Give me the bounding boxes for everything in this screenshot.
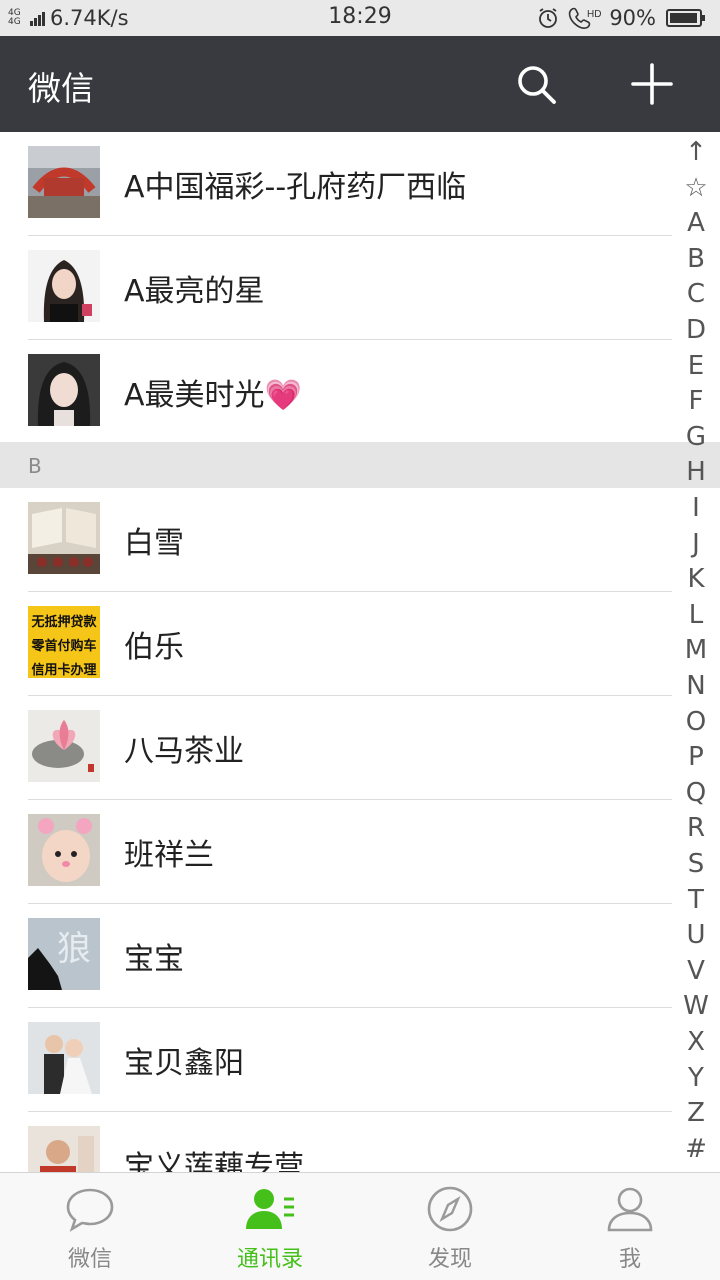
contact-row[interactable]: 白雪 xyxy=(0,488,672,592)
page-title: 微信 xyxy=(28,69,94,108)
index-letter[interactable]: I xyxy=(672,490,720,526)
status-bar: 4G 4G 6.74K/s 18:29 HD 90% xyxy=(0,0,720,36)
tab-label: 微信 xyxy=(67,1247,112,1272)
tab-me[interactable]: 我 xyxy=(540,1173,720,1280)
index-letter[interactable]: L xyxy=(672,597,720,633)
contact-row[interactable]: 班祥兰 xyxy=(0,800,672,904)
contact-name: 宝义莲藕专营 xyxy=(124,1150,304,1172)
index-letter[interactable]: N xyxy=(672,668,720,704)
index-letter[interactable]: W xyxy=(672,988,720,1024)
avatar xyxy=(28,354,100,426)
index-letter[interactable]: F xyxy=(672,383,720,419)
contact-name: A中国福彩--孔府药厂西临 xyxy=(124,170,467,205)
index-letter[interactable]: S xyxy=(672,846,720,882)
index-letter[interactable]: K xyxy=(672,561,720,597)
battery-percent: 90% xyxy=(609,6,656,30)
index-letter[interactable]: J xyxy=(672,526,720,562)
avatar-text: 狼 xyxy=(57,929,91,969)
tab-label: 我 xyxy=(618,1247,641,1272)
avatar xyxy=(28,814,100,886)
index-letter[interactable]: # xyxy=(672,1131,720,1167)
avatar xyxy=(28,502,100,574)
tab-discover[interactable]: 发现 xyxy=(360,1173,540,1280)
contact-name: A最美时光💗 xyxy=(124,378,302,413)
contact-row[interactable]: A最亮的星 xyxy=(0,236,672,340)
contacts-icon xyxy=(246,1189,294,1229)
index-letter[interactable]: M xyxy=(672,632,720,668)
section-header-b: B xyxy=(0,442,720,488)
index-letter[interactable]: R xyxy=(672,810,720,846)
index-letter[interactable]: G xyxy=(672,419,720,455)
tab-label: 发现 xyxy=(427,1247,472,1272)
search-icon[interactable] xyxy=(514,62,558,106)
contact-name: 八马茶业 xyxy=(124,734,244,769)
index-letter[interactable]: Y xyxy=(672,1060,720,1096)
plus-icon[interactable] xyxy=(630,62,674,106)
contact-name: A最亮的星 xyxy=(124,274,265,309)
contact-row[interactable]: A中国福彩--孔府药厂西临 xyxy=(0,132,672,236)
avatar xyxy=(28,250,100,322)
contact-row[interactable]: 宝贝鑫阳 xyxy=(0,1008,672,1112)
index-letter[interactable]: C xyxy=(672,276,720,312)
tab-contacts[interactable]: 通讯录 xyxy=(180,1173,360,1280)
tab-label: 通讯录 xyxy=(236,1247,303,1272)
index-letter[interactable]: H xyxy=(672,454,720,490)
avatar xyxy=(28,146,100,218)
contact-row[interactable]: A最美时光💗 xyxy=(0,340,672,444)
bottom-tab-bar: 微信 通讯录 发现 我 xyxy=(0,1172,720,1280)
index-letter[interactable]: V xyxy=(672,953,720,989)
compass-icon xyxy=(427,1186,473,1232)
battery-icon xyxy=(666,9,705,27)
avatar: 无抵押贷款 零首付购车 信用卡办理 xyxy=(28,606,100,678)
contact-row[interactable]: 狼 宝宝 xyxy=(0,904,672,1008)
avatar-text: 无抵押贷款 xyxy=(30,614,97,630)
index-letter[interactable]: Z xyxy=(672,1095,720,1131)
hd-call-icon: HD xyxy=(569,7,601,30)
index-letter[interactable]: D xyxy=(672,312,720,348)
avatar xyxy=(28,1126,100,1172)
index-letter[interactable]: P xyxy=(672,739,720,775)
contact-name: 班祥兰 xyxy=(124,838,214,873)
avatar-text: 信用卡办理 xyxy=(31,662,96,678)
avatar xyxy=(28,710,100,782)
index-letter[interactable]: E xyxy=(672,348,720,384)
index-letter[interactable]: ↑ xyxy=(672,134,720,170)
avatar: 狼 xyxy=(28,918,100,990)
index-letter[interactable]: B xyxy=(672,241,720,277)
contact-name: 宝贝鑫阳 xyxy=(124,1046,244,1081)
tab-chats[interactable]: 微信 xyxy=(0,1173,180,1280)
chat-bubble-icon xyxy=(66,1188,114,1232)
index-letter[interactable]: ☆ xyxy=(672,170,720,206)
avatar-text: 零首付购车 xyxy=(30,638,96,654)
alarm-icon xyxy=(539,8,558,28)
status-right: HD 90% xyxy=(537,4,706,32)
contact-row[interactable]: 无抵押贷款 零首付购车 信用卡办理 伯乐 xyxy=(0,592,672,696)
hd-label: HD xyxy=(587,9,601,20)
alphabet-index[interactable]: ↑ ☆ A B C D E F G H I J K L M N O P Q R S T U V W X Y Z # xyxy=(672,134,720,1174)
app-header: 微信 xyxy=(0,36,720,132)
index-letter[interactable]: A xyxy=(672,205,720,241)
section-letter: B xyxy=(28,454,42,478)
contact-row[interactable]: 宝义莲藕专营 xyxy=(0,1112,672,1172)
avatar xyxy=(28,1022,100,1094)
contact-name: 白雪 xyxy=(124,526,184,561)
person-icon xyxy=(607,1187,653,1232)
contact-name: 伯乐 xyxy=(124,630,184,665)
contact-name: 宝宝 xyxy=(124,942,184,977)
index-letter[interactable]: O xyxy=(672,704,720,740)
index-letter[interactable]: T xyxy=(672,882,720,918)
index-letter[interactable]: X xyxy=(672,1024,720,1060)
index-letter[interactable]: Q xyxy=(672,775,720,811)
index-letter[interactable]: U xyxy=(672,917,720,953)
contact-row[interactable]: 八马茶业 xyxy=(0,696,672,800)
contact-list: A中国福彩--孔府药厂西临 A最亮的星 A最美时光💗 B 白雪 无抵押贷款 零首… xyxy=(0,132,720,1172)
